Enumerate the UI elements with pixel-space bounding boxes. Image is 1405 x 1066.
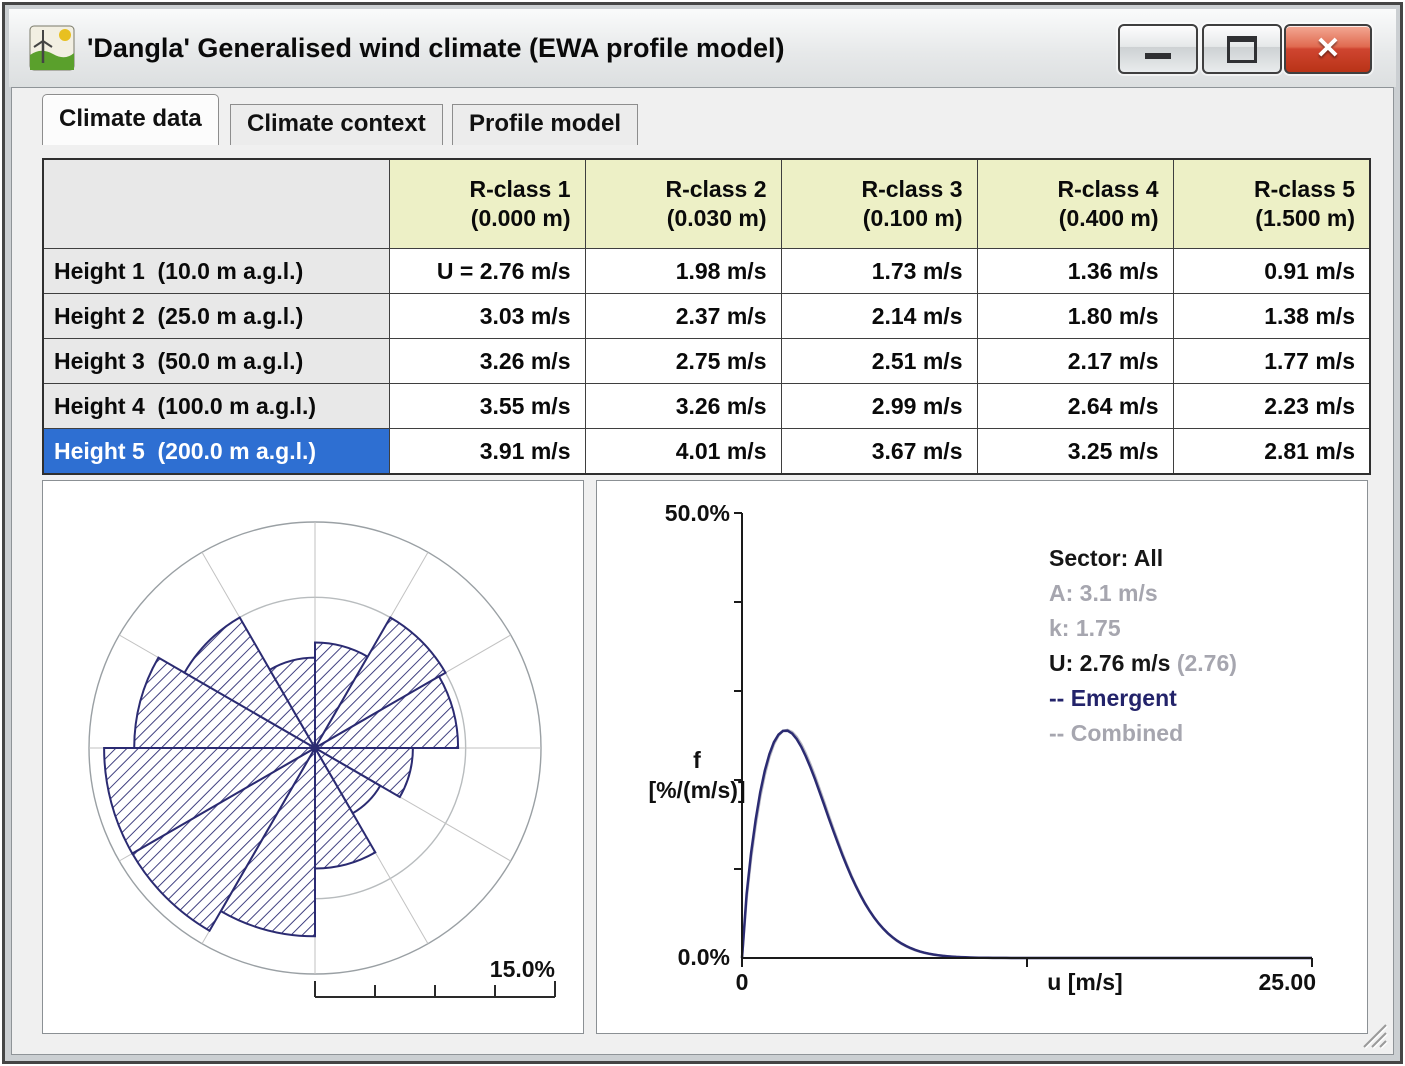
row-label-height-1[interactable]: Height 1 (10.0 m a.g.l.) <box>43 249 389 294</box>
cell-h5-rclass3: 3.67 m/s <box>781 429 977 475</box>
cell-h5-rclass5: 2.81 m/s <box>1173 429 1370 475</box>
row-label-height-2[interactable]: Height 2 (25.0 m a.g.l.) <box>43 294 389 339</box>
col-header-rclass-1: R-class 1(0.000 m) <box>389 159 585 249</box>
cell-h4-rclass4: 2.64 m/s <box>977 384 1173 429</box>
window-content: Climate data Climate context Profile mod… <box>11 87 1394 1055</box>
tab-profile-model[interactable]: Profile model <box>452 104 638 145</box>
svg-text:25.00: 25.00 <box>1258 969 1316 995</box>
cell-h2-rclass4: 1.80 m/s <box>977 294 1173 339</box>
row-label-height-3[interactable]: Height 3 (50.0 m a.g.l.) <box>43 339 389 384</box>
legend-weibull-k: k: 1.75 <box>1049 611 1237 646</box>
cell-h4-rclass2: 3.26 m/s <box>585 384 781 429</box>
title-bar[interactable]: 'Dangla' Generalised wind climate (EWA p… <box>9 9 1396 87</box>
climate-table: R-class 1(0.000 m)R-class 2(0.030 m)R-cl… <box>42 158 1371 475</box>
col-header-rclass-4: R-class 4(0.400 m) <box>977 159 1173 249</box>
close-icon: ✕ <box>1315 28 1340 70</box>
cell-h5-rclass4: 3.25 m/s <box>977 429 1173 475</box>
svg-text:0: 0 <box>736 969 749 995</box>
col-header-rclass-2: R-class 2(0.030 m) <box>585 159 781 249</box>
maximize-button[interactable] <box>1202 24 1282 74</box>
cell-h3-rclass3: 2.51 m/s <box>781 339 977 384</box>
cell-h2-rclass5: 1.38 m/s <box>1173 294 1370 339</box>
legend-mean-speed-combined: (2.76) <box>1177 650 1237 676</box>
cell-h1-rclass4: 1.36 m/s <box>977 249 1173 294</box>
cell-h4-rclass3: 2.99 m/s <box>781 384 977 429</box>
col-header-rclass-3: R-class 3(0.100 m) <box>781 159 977 249</box>
app-icon <box>29 25 75 71</box>
table-row-height-4: Height 4 (100.0 m a.g.l.)3.55 m/s3.26 m/… <box>43 384 1370 429</box>
cell-h5-rclass1: 3.91 m/s <box>389 429 585 475</box>
cell-h2-rclass3: 2.14 m/s <box>781 294 977 339</box>
cell-h3-rclass1: 3.26 m/s <box>389 339 585 384</box>
cell-h1-rclass2: 1.98 m/s <box>585 249 781 294</box>
cell-h3-rclass2: 2.75 m/s <box>585 339 781 384</box>
tab-climate-data[interactable]: Climate data <box>42 94 219 145</box>
legend-mean-speed: U: 2.76 m/s (2.76) <box>1049 646 1237 681</box>
wind-rose-panel: 15.0% <box>42 480 584 1034</box>
minimize-button[interactable] <box>1118 24 1198 74</box>
legend-mean-speed-emergent: U: 2.76 m/s <box>1049 650 1170 676</box>
weibull-chart: 50.0% 0.0%0 25.00 u [m/s] f [%/(m/s)] <box>597 481 1367 1033</box>
svg-text:[%/(m/s)]: [%/(m/s)] <box>648 777 745 803</box>
tab-climate-context[interactable]: Climate context <box>230 104 443 145</box>
chart-legend: Sector: All A: 3.1 m/s k: 1.75 U: 2.76 m… <box>1049 541 1237 751</box>
legend-sector: Sector: All <box>1049 541 1237 576</box>
cell-h4-rclass5: 2.23 m/s <box>1173 384 1370 429</box>
close-button[interactable]: ✕ <box>1284 24 1372 74</box>
svg-text:50.0%: 50.0% <box>665 500 730 526</box>
table-corner-cell <box>43 159 389 249</box>
table-body: Height 1 (10.0 m a.g.l.)U = 2.76 m/s1.98… <box>43 249 1370 475</box>
legend-combined: -- Combined <box>1049 716 1237 751</box>
cell-h3-rclass5: 1.77 m/s <box>1173 339 1370 384</box>
resize-grip[interactable] <box>1355 1016 1391 1052</box>
row-label-height-4[interactable]: Height 4 (100.0 m a.g.l.) <box>43 384 389 429</box>
cell-h1-rclass1: U = 2.76 m/s <box>389 249 585 294</box>
table-row-height-5: Height 5 (200.0 m a.g.l.)3.91 m/s4.01 m/… <box>43 429 1370 475</box>
table-row-height-2: Height 2 (25.0 m a.g.l.)3.03 m/s2.37 m/s… <box>43 294 1370 339</box>
window-title: 'Dangla' Generalised wind climate (EWA p… <box>87 9 784 87</box>
table-row-height-1: Height 1 (10.0 m a.g.l.)U = 2.76 m/s1.98… <box>43 249 1370 294</box>
cell-h3-rclass4: 2.17 m/s <box>977 339 1173 384</box>
col-header-rclass-5: R-class 5(1.500 m) <box>1173 159 1370 249</box>
legend-emergent: -- Emergent <box>1049 681 1237 716</box>
wind-rose-chart: 15.0% <box>43 481 583 1033</box>
minimize-icon <box>1145 53 1171 59</box>
row-label-height-5[interactable]: Height 5 (200.0 m a.g.l.) <box>43 429 389 475</box>
cell-h5-rclass2: 4.01 m/s <box>585 429 781 475</box>
cell-h4-rclass1: 3.55 m/s <box>389 384 585 429</box>
table-header: R-class 1(0.000 m)R-class 2(0.030 m)R-cl… <box>43 159 1370 249</box>
table-row-height-3: Height 3 (50.0 m a.g.l.)3.26 m/s2.75 m/s… <box>43 339 1370 384</box>
cell-h1-rclass5: 0.91 m/s <box>1173 249 1370 294</box>
app-window: 'Dangla' Generalised wind climate (EWA p… <box>2 2 1403 1064</box>
svg-text:0.0%: 0.0% <box>678 944 730 970</box>
maximize-icon <box>1227 36 1257 63</box>
cell-h2-rclass1: 3.03 m/s <box>389 294 585 339</box>
cell-h2-rclass2: 2.37 m/s <box>585 294 781 339</box>
distribution-panel: 50.0% 0.0%0 25.00 u [m/s] f [%/(m/s)] Sector:… <box>596 480 1368 1034</box>
cell-h1-rclass3: 1.73 m/s <box>781 249 977 294</box>
legend-weibull-a: A: 3.1 m/s <box>1049 576 1237 611</box>
svg-text:f: f <box>693 747 701 773</box>
svg-text:15.0%: 15.0% <box>490 956 555 982</box>
svg-text:u [m/s]: u [m/s] <box>1047 969 1122 995</box>
